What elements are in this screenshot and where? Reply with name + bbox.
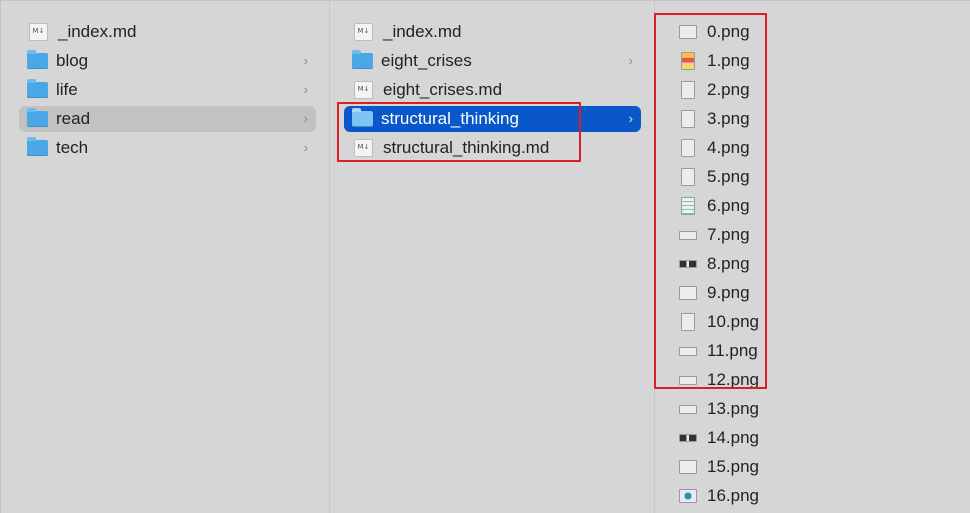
folder-icon [27,50,48,69]
item-label: 10.png [707,312,759,331]
item-label: 12.png [707,370,759,389]
list-item-16-png[interactable]: 16.png [673,483,963,509]
chevron-right-icon: › [628,111,633,126]
image-thumbnail-icon [681,52,695,70]
folder-icon [27,79,48,98]
item-label: 11.png [707,341,758,360]
item-label: 5.png [707,167,750,186]
image-thumbnail-icon [681,168,695,186]
image-thumbnail-icon [679,434,697,442]
item-label: blog [56,51,89,70]
markdown-file-icon: M↓ [354,23,373,41]
item-label: 2.png [707,80,750,99]
image-thumbnail-icon [679,260,697,268]
list-item-index-md[interactable]: M↓ _index.md [344,19,641,45]
list-item-structural-thinking-md[interactable]: M↓ structural_thinking.md [344,135,641,161]
image-thumbnail-icon [679,375,697,385]
image-thumbnail-icon [681,81,695,99]
item-label: 6.png [707,196,750,215]
item-label: _index.md [383,22,462,41]
list-item-eight-crises[interactable]: eight_crises › [344,48,641,74]
list-item-7-png[interactable]: 7.png [673,222,963,248]
markdown-file-icon: M↓ [29,23,48,41]
chevron-right-icon: › [628,53,633,68]
item-label: 7.png [707,225,750,244]
item-label: 9.png [707,283,750,302]
folder-icon [352,108,373,127]
image-thumbnail-icon [681,313,695,331]
image-thumbnail-icon [679,460,697,474]
list-item-index-md[interactable]: M↓ _index.md [19,19,316,45]
image-thumbnail-icon [679,489,697,503]
list-item-15-png[interactable]: 15.png [673,454,963,480]
list-item-6-png[interactable]: 6.png [673,193,963,219]
item-label: 15.png [707,457,759,476]
list-item-0-png[interactable]: 0.png [673,19,963,45]
item-label: 4.png [707,138,750,157]
item-label: 3.png [707,109,750,128]
image-thumbnail-icon [681,110,695,128]
list-item-life[interactable]: life › [19,77,316,103]
item-label: 13.png [707,399,759,418]
image-thumbnail-icon [681,197,695,215]
finder-column-view: M↓ _index.md blog › life › read › tech ›… [0,0,970,513]
image-thumbnail-icon [681,139,695,157]
folder-icon [352,50,373,69]
image-thumbnail-icon [679,230,697,240]
chevron-right-icon: › [303,82,308,97]
list-item-1-png[interactable]: 1.png [673,48,963,74]
folder-icon [27,137,48,156]
item-label: structural_thinking [381,109,519,128]
item-label: 16.png [707,486,759,505]
item-label: 14.png [707,428,759,447]
chevron-right-icon: › [303,53,308,68]
list-item-12-png[interactable]: 12.png [673,367,963,393]
list-item-structural-thinking[interactable]: structural_thinking › [344,106,641,132]
item-label: tech [56,138,89,157]
column-3[interactable]: 0.png 1.png 2.png 3.png 4.png 5.png 6.pn… [654,1,970,513]
list-item-blog[interactable]: blog › [19,48,316,74]
list-item-2-png[interactable]: 2.png [673,77,963,103]
list-item-9-png[interactable]: 9.png [673,280,963,306]
list-item-3-png[interactable]: 3.png [673,106,963,132]
folder-icon [27,108,48,127]
item-label: eight_crises.md [383,80,503,99]
item-label: 0.png [707,22,750,41]
list-item-5-png[interactable]: 5.png [673,164,963,190]
list-item-eight-crises-md[interactable]: M↓ eight_crises.md [344,77,641,103]
item-label: read [56,109,91,128]
item-label: 8.png [707,254,750,273]
column-1[interactable]: M↓ _index.md blog › life › read › tech › [0,1,329,513]
chevron-right-icon: › [303,111,308,126]
list-item-tech[interactable]: tech › [19,135,316,161]
item-label: structural_thinking.md [383,138,550,157]
image-thumbnail-icon [679,25,697,39]
markdown-file-icon: M↓ [354,139,373,157]
list-item-4-png[interactable]: 4.png [673,135,963,161]
chevron-right-icon: › [303,140,308,155]
item-label: life [56,80,78,99]
list-item-14-png[interactable]: 14.png [673,425,963,451]
item-label: 1.png [707,51,750,70]
image-thumbnail-icon [679,286,697,300]
list-item-read[interactable]: read › [19,106,316,132]
markdown-file-icon: M↓ [354,81,373,99]
image-thumbnail-icon [679,346,697,356]
item-label: _index.md [58,22,137,41]
list-item-10-png[interactable]: 10.png [673,309,963,335]
list-item-8-png[interactable]: 8.png [673,251,963,277]
column-2[interactable]: M↓ _index.md eight_crises › M↓ eight_cri… [329,1,655,513]
list-item-13-png[interactable]: 13.png [673,396,963,422]
list-item-11-png[interactable]: 11.png [673,338,963,364]
image-thumbnail-icon [679,404,697,414]
item-label: eight_crises [381,51,472,70]
